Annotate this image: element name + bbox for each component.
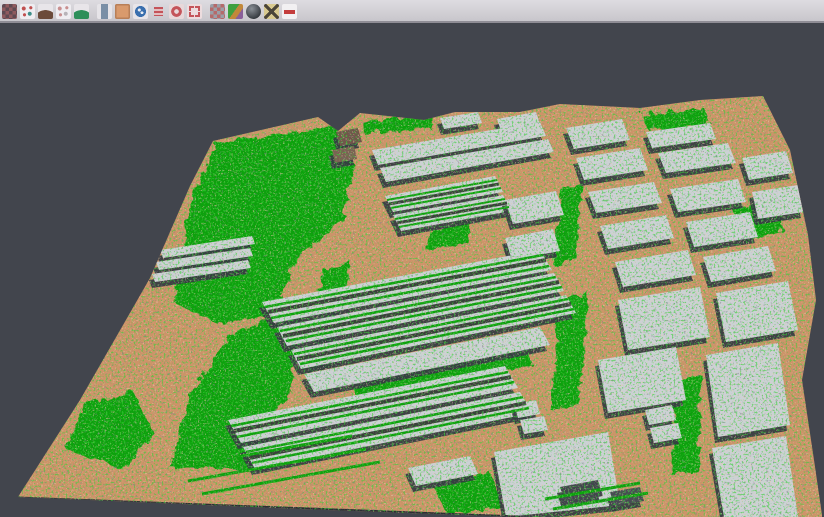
toolbar-group-3 [210, 4, 297, 19]
ruler-red-icon[interactable] [282, 4, 297, 19]
toolbar-group-2 [97, 4, 202, 19]
mesh-texture-icon[interactable] [2, 4, 17, 19]
speckle-overlay [0, 21, 824, 517]
toolbar [0, 0, 824, 23]
column-slab-icon[interactable] [97, 4, 112, 19]
globe-icon[interactable] [133, 4, 148, 19]
terrain-brown-icon[interactable] [38, 4, 53, 19]
crop-brackets-icon[interactable] [187, 4, 202, 19]
target-ring-icon[interactable] [169, 4, 184, 19]
scatter-points-icon[interactable] [20, 4, 35, 19]
ortho-image-icon[interactable] [115, 4, 130, 19]
measure-flag-icon[interactable] [264, 4, 279, 19]
terrain-green-icon[interactable] [74, 4, 89, 19]
sphere-icon[interactable] [246, 4, 261, 19]
classification-map-icon[interactable] [228, 4, 243, 19]
point-cloud-scene [0, 21, 824, 517]
checker-grid-icon[interactable] [210, 4, 225, 19]
sparse-points-icon[interactable] [56, 4, 71, 19]
viewport-3d[interactable] [0, 21, 824, 517]
profile-layers-icon[interactable] [151, 4, 166, 19]
toolbar-group-1 [2, 4, 89, 19]
